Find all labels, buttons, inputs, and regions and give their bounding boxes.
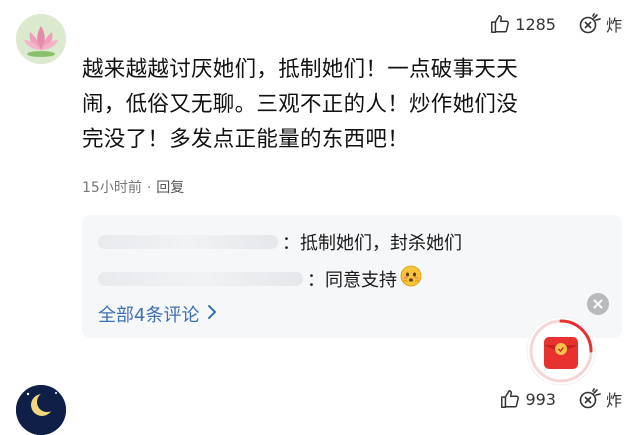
reply-text: ：抵制她们，封杀她们 <box>282 233 462 254</box>
red-packet-widget[interactable] <box>525 315 597 387</box>
thumbs-up-icon <box>491 15 510 33</box>
chevron-right-icon <box>207 304 217 325</box>
reply-button[interactable]: 回复 <box>156 180 184 196</box>
view-all-label: 全部4条评论 <box>98 305 200 326</box>
like-button[interactable]: 993 <box>499 388 556 410</box>
close-red-packet-button[interactable] <box>587 293 609 315</box>
comment-meta: 15小时前 · 回复 <box>82 177 184 197</box>
comment-line: 越来越越讨厌她们，抵制她们！一点破事天天 <box>82 57 519 82</box>
comment-line: 闹，低俗又无聊。三观不正的人！炒作她们没 <box>82 92 519 117</box>
firecracker-icon <box>579 388 601 409</box>
thumbs-up-icon <box>501 390 520 408</box>
explode-button[interactable]: 炸 <box>578 12 622 36</box>
explode-label: 炸 <box>605 391 622 410</box>
view-all-replies-link[interactable]: 全部4条评论 <box>98 301 217 327</box>
shy-face-emoji-icon <box>400 265 422 292</box>
comment-time: 15小时前 <box>82 180 142 196</box>
commenter-avatar[interactable] <box>16 14 66 64</box>
like-count: 1285 <box>515 14 556 34</box>
red-packet-icon <box>526 316 596 386</box>
reply-text: ：同意支持 <box>307 269 397 291</box>
blurred-username <box>98 271 303 286</box>
next-comment-actions: 993 炸 <box>499 387 622 411</box>
reply-item[interactable]: ：抵制她们，封杀她们 <box>98 229 462 255</box>
blurred-username <box>98 235 278 249</box>
explode-button[interactable]: 炸 <box>578 387 622 411</box>
comment-text: 越来越越讨厌她们，抵制她们！一点破事天天 闹，低俗又无聊。三观不正的人！炒作她们… <box>82 52 622 157</box>
meta-separator: · <box>146 180 152 196</box>
explode-label: 炸 <box>605 16 622 35</box>
reply-item[interactable]: ：同意支持 <box>98 265 422 292</box>
next-commenter-avatar[interactable] <box>16 385 66 435</box>
like-button[interactable]: 1285 <box>489 13 556 35</box>
close-icon <box>593 299 603 309</box>
comment-actions: 1285 炸 <box>489 12 622 36</box>
firecracker-icon <box>579 13 601 34</box>
like-count: 993 <box>525 389 556 409</box>
comment-line: 完没了！多发点正能量的东西吧！ <box>82 127 410 152</box>
